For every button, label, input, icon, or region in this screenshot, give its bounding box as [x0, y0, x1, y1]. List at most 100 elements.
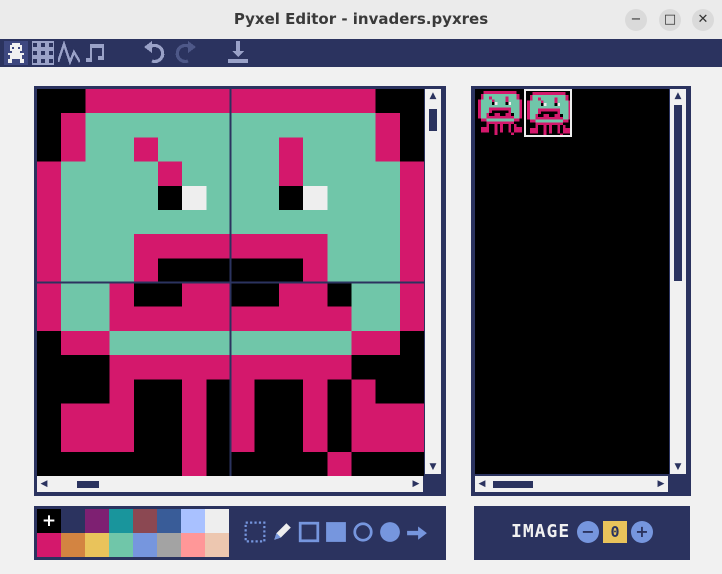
sprite-pixel[interactable] [109, 379, 135, 404]
sprite-pixel[interactable] [519, 93, 522, 97]
sprite-pixel[interactable] [61, 403, 86, 429]
sprite-pixel[interactable] [206, 161, 231, 187]
sprite-pixel[interactable] [511, 107, 514, 111]
sprite-pixel[interactable] [508, 132, 512, 135]
bucket-fill-tool-icon[interactable] [406, 521, 428, 543]
sprite-pixel[interactable] [513, 102, 517, 105]
sprite-pixel[interactable] [486, 121, 490, 125]
sprite-pixel[interactable] [502, 104, 506, 108]
sprite-pixel[interactable] [478, 132, 481, 135]
sprite-pixel[interactable] [254, 234, 280, 259]
sprite-pixel[interactable] [254, 209, 280, 235]
sprite-pixel[interactable] [230, 89, 256, 114]
sprite-pixel[interactable] [85, 355, 111, 380]
sprite-pixel[interactable] [182, 355, 207, 380]
sprite-pixel[interactable] [494, 93, 498, 97]
sprite-pixel[interactable] [61, 282, 86, 308]
sprite-pixel[interactable] [61, 89, 86, 114]
sprite-pixel[interactable] [505, 132, 509, 135]
sprite-pixel[interactable] [513, 93, 517, 97]
sprite-pixel[interactable] [489, 107, 492, 111]
sprite-pixel[interactable] [513, 99, 517, 103]
sprite-canvas[interactable] [37, 89, 424, 476]
scroll-up-arrow-icon[interactable]: ▲ [671, 90, 685, 102]
sprite-pixel[interactable] [491, 107, 495, 111]
sprite-pixel[interactable] [491, 113, 495, 116]
sprite-pixel[interactable] [511, 110, 514, 114]
sprite-pixel[interactable] [375, 330, 401, 356]
sprite-pixel[interactable] [254, 330, 280, 356]
sprite-pixel[interactable] [37, 330, 62, 356]
sprite-pixel[interactable] [278, 427, 304, 453]
sprite-pixel[interactable] [478, 96, 481, 100]
bank-vertical-scroll-thumb[interactable] [674, 105, 682, 281]
sprite-pixel[interactable] [85, 113, 111, 138]
sprite-pixel[interactable] [61, 355, 86, 380]
sprite-pixel[interactable] [230, 161, 256, 187]
sprite-pixel[interactable] [206, 330, 231, 356]
sprite-pixel[interactable] [109, 355, 135, 380]
sprite-pixel[interactable] [491, 102, 495, 105]
sprite-pixel[interactable] [61, 113, 86, 138]
sprite-pixel[interactable] [502, 129, 506, 133]
rect-fill-tool-icon[interactable] [325, 521, 347, 543]
sprite-pixel[interactable] [85, 209, 111, 235]
sprite-pixel[interactable] [505, 91, 509, 94]
sprite-pixel[interactable] [230, 451, 256, 476]
sprite-pixel[interactable] [182, 89, 207, 114]
sprite-pixel[interactable] [480, 124, 484, 127]
sprite-pixel[interactable] [399, 379, 424, 404]
sprite-pixel[interactable] [480, 96, 484, 100]
sprite-pixel[interactable] [508, 115, 512, 119]
sprite-pixel[interactable] [37, 113, 62, 138]
palette-color-swatch[interactable] [205, 509, 229, 533]
sprite-pixel[interactable] [508, 118, 512, 122]
sprite-pixel[interactable] [508, 91, 512, 94]
sprite-pixel[interactable] [61, 451, 86, 476]
sprite-pixel[interactable] [303, 209, 328, 235]
sprite-pixel[interactable] [182, 451, 207, 476]
sprite-pixel[interactable] [375, 161, 401, 187]
sprite-pixel[interactable] [109, 330, 135, 356]
palette-color-swatch[interactable] [61, 533, 85, 557]
sprite-pixel[interactable] [486, 99, 490, 103]
sprite-pixel[interactable] [327, 161, 352, 187]
sprite-pixel[interactable] [375, 89, 401, 114]
sprite-pixel[interactable] [327, 137, 352, 163]
sprite-pixel[interactable] [37, 306, 62, 332]
sprite-pixel[interactable] [494, 99, 498, 103]
sprite-pixel[interactable] [303, 234, 328, 259]
sprite-pixel[interactable] [491, 129, 495, 133]
sprite-pixel[interactable] [157, 137, 183, 163]
sprite-pixel[interactable] [254, 451, 280, 476]
sprite-pixel[interactable] [37, 282, 62, 308]
sprite-pixel[interactable] [37, 209, 62, 235]
sprite-pixel[interactable] [505, 104, 509, 108]
palette-color-swatch[interactable] [205, 533, 229, 557]
sprite-pixel[interactable] [489, 126, 492, 130]
sprite-pixel[interactable] [491, 118, 495, 122]
sprite-pixel[interactable] [278, 209, 304, 235]
sprite-pixel[interactable] [516, 102, 520, 105]
sprite-pixel[interactable] [278, 137, 304, 163]
canvas-horizontal-scrollbar[interactable]: ◀ ▶ [37, 476, 423, 492]
sprite-pixel[interactable] [486, 104, 490, 108]
sprite-pixel[interactable] [109, 209, 135, 235]
sprite-pixel[interactable] [399, 427, 424, 453]
save-icon[interactable] [226, 41, 250, 65]
sprite-pixel[interactable] [85, 89, 111, 114]
sprite-pixel[interactable] [516, 93, 520, 97]
sprite-pixel[interactable] [502, 121, 506, 125]
sprite-pixel[interactable] [399, 403, 424, 429]
sprite-pixel[interactable] [483, 129, 487, 133]
sprite-pixel[interactable] [230, 209, 256, 235]
sprite-pixel[interactable] [399, 330, 424, 356]
scroll-down-arrow-icon[interactable]: ▼ [671, 461, 685, 473]
sprite-pixel[interactable] [109, 306, 135, 332]
sprite-pixel[interactable] [508, 124, 512, 127]
sprite-pixel[interactable] [399, 185, 424, 211]
sprite-pixel[interactable] [502, 93, 506, 97]
sprite-pixel[interactable] [109, 451, 135, 476]
sprite-pixel[interactable] [327, 379, 352, 404]
image-bank-view[interactable] [475, 89, 669, 474]
